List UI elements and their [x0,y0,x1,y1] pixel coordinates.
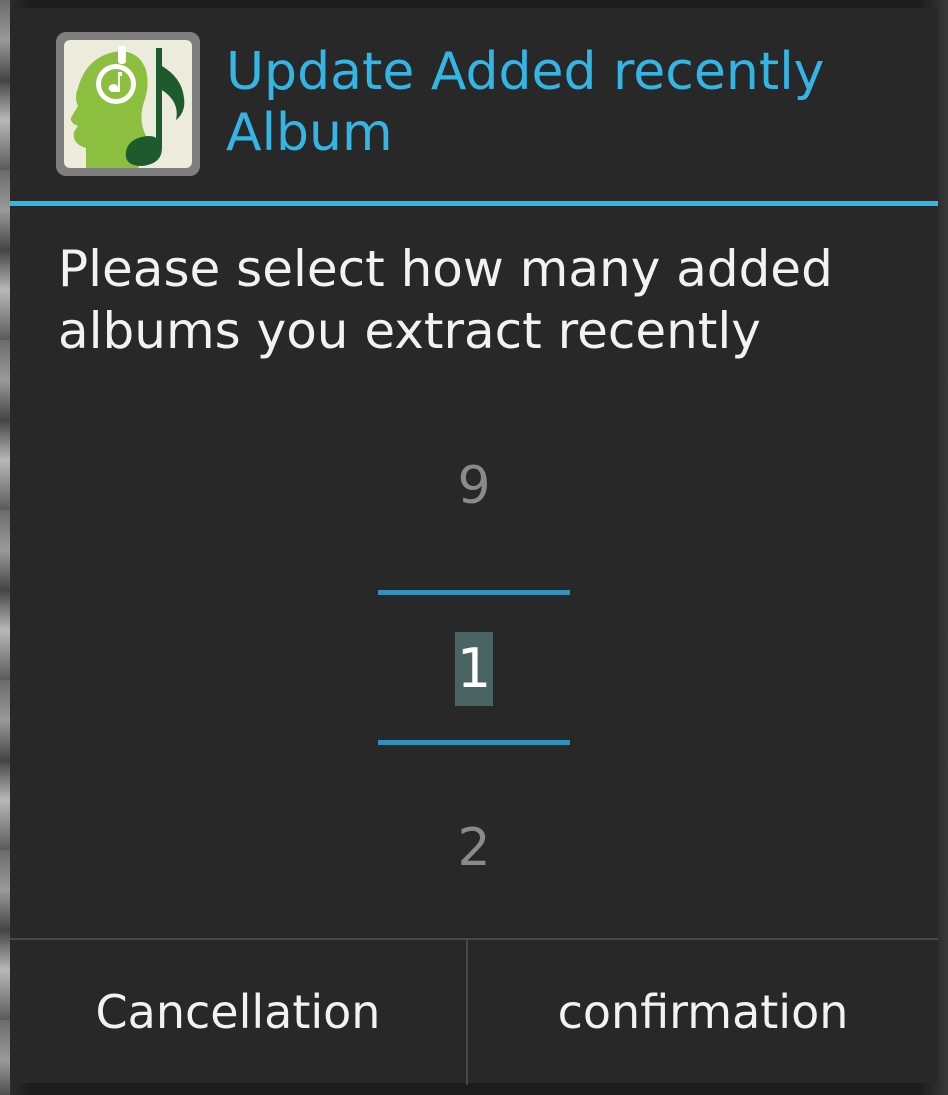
confirm-button[interactable]: confirmation [468,940,938,1085]
number-picker-dialog: Update Added recently Album Please selec… [10,8,938,1085]
dialog-button-bar: Cancellation confirmation [10,938,938,1085]
picker-current-field[interactable]: 1 [378,632,570,706]
background-album-strip [0,0,10,1095]
cancel-button[interactable]: Cancellation [10,940,466,1085]
picker-selection-line-top [378,590,570,595]
music-app-icon [56,32,200,176]
music-app-icon-graphic [64,40,192,168]
dialog-title: Update Added recently Album [226,42,825,163]
title-divider [10,201,938,206]
picker-next-value[interactable]: 2 [378,818,570,878]
picker-current-value[interactable]: 1 [454,632,494,706]
picker-selection-line-bottom [378,740,570,745]
number-picker[interactable]: 9 1 2 [378,448,570,918]
picker-previous-value[interactable]: 9 [378,456,570,516]
dialog-message: Please select how many added albums you … [58,240,833,360]
dialog-title-bar: Update Added recently Album [10,8,938,201]
